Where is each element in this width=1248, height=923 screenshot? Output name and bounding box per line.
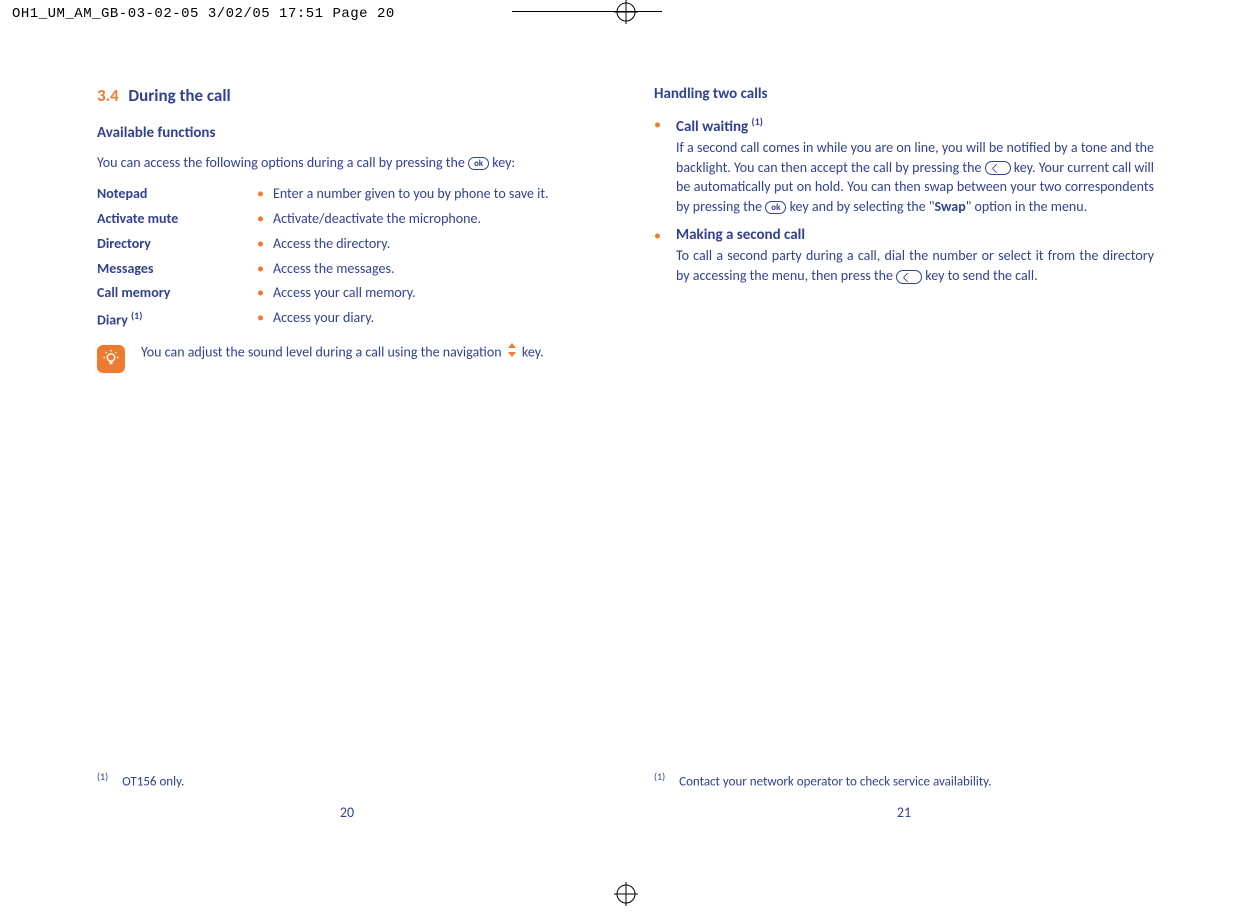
function-label: Diary (1) [97, 309, 257, 329]
page-number-right: 21 [654, 804, 1154, 821]
registration-mark-bottom [614, 882, 638, 906]
page-left: 3.4 During the call Available functions … [97, 85, 597, 825]
function-label: Messages [97, 260, 257, 277]
section-number: 3.4 [97, 85, 119, 106]
function-desc: Access the directory. [273, 235, 597, 254]
bullet-list: • Call waiting (1) If a second call come… [654, 115, 1154, 286]
list-item: Messages • Access the messages. [97, 260, 597, 279]
registration-mark-top [614, 0, 638, 24]
list-item: Notepad • Enter a number given to you by… [97, 185, 597, 204]
function-desc: Activate/deactivate the microphone. [273, 210, 597, 229]
list-item: • Making a second call To call a second … [654, 226, 1154, 285]
tip-text: You can adjust the sound level during a … [141, 343, 544, 363]
bullet-icon: • [654, 115, 676, 135]
lightbulb-icon [97, 345, 125, 373]
list-item: • Call waiting (1) If a second call come… [654, 115, 1154, 216]
heading-handling-two-calls: Handling two calls [654, 85, 1154, 103]
function-desc: Access your call memory. [273, 284, 597, 303]
page-right: Handling two calls • Call waiting (1) If… [654, 85, 1154, 825]
bullet-icon: • [257, 235, 273, 252]
list-item: Diary (1) • Access your diary. [97, 309, 597, 329]
footnote-left: (1)OT156 only. [97, 770, 184, 789]
list-item: Call memory • Access your call memory. [97, 284, 597, 303]
function-label: Activate mute [97, 210, 257, 227]
intro-paragraph: You can access the following options dur… [97, 154, 597, 173]
item-heading: Making a second call [676, 226, 1154, 244]
list-item: Directory • Access the directory. [97, 235, 597, 254]
section-heading: 3.4 During the call [97, 85, 597, 106]
call-key-icon [985, 161, 1011, 175]
function-label: Directory [97, 235, 257, 252]
print-slug-line: OH1_UM_AM_GB-03-02-05 3/02/05 17:51 Page… [12, 6, 395, 22]
ok-key-icon: ok [765, 201, 786, 214]
section-title: During the call [128, 85, 230, 106]
bullet-icon: • [257, 284, 273, 301]
nav-key-icon [507, 343, 517, 363]
item-text: To call a second party during a call, di… [676, 246, 1154, 285]
list-item: Activate mute • Activate/deactivate the … [97, 210, 597, 229]
crop-mark-top [512, 11, 662, 12]
bullet-icon: • [257, 309, 273, 326]
subheading-available-functions: Available functions [97, 124, 597, 142]
item-text: If a second call comes in while you are … [676, 138, 1154, 216]
function-desc: Access the messages. [273, 260, 597, 279]
ok-key-icon: ok [468, 157, 489, 170]
item-heading: Call waiting (1) [676, 115, 1154, 136]
bullet-icon: • [654, 226, 676, 246]
function-desc: Access your diary. [273, 309, 597, 328]
call-key-icon [896, 270, 922, 284]
function-label: Notepad [97, 185, 257, 202]
function-desc: Enter a number given to you by phone to … [273, 185, 597, 204]
function-label: Call memory [97, 284, 257, 301]
page-number-left: 20 [97, 804, 597, 821]
tip-callout: You can adjust the sound level during a … [97, 343, 597, 373]
bullet-icon: • [257, 185, 273, 202]
bullet-icon: • [257, 260, 273, 277]
function-list: Notepad • Enter a number given to you by… [97, 185, 597, 329]
bullet-icon: • [257, 210, 273, 227]
footnote-right: (1)Contact your network operator to chec… [654, 770, 992, 789]
